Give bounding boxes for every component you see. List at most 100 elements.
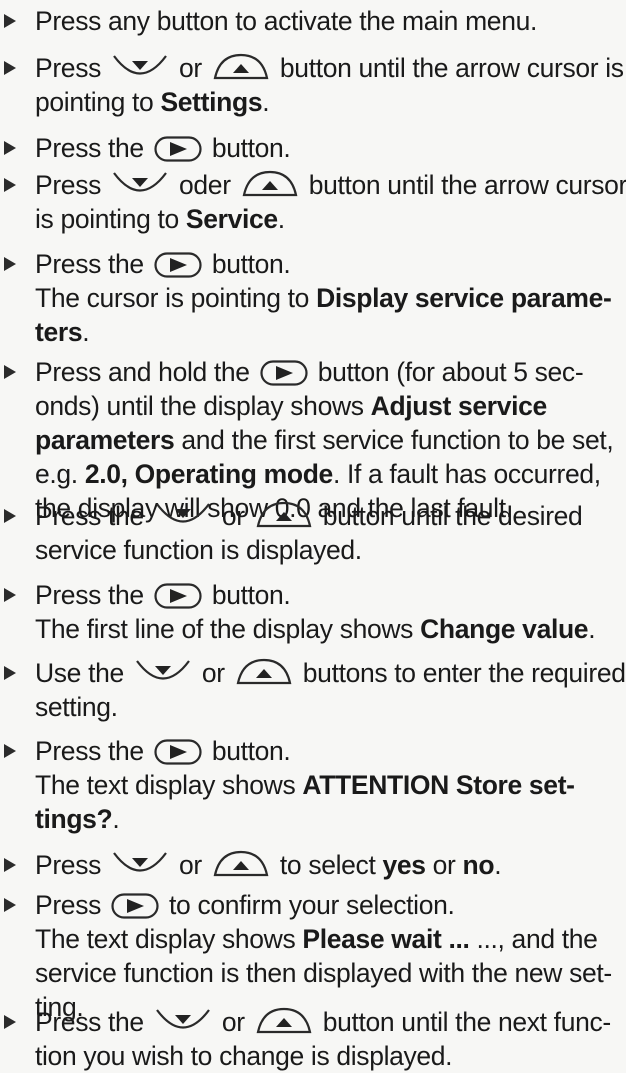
bold-term: Service <box>185 204 278 234</box>
text-run: button until the desired <box>315 501 583 531</box>
right-arrow-button-icon <box>260 360 308 386</box>
text-line: The text display shows Please wait ... .… <box>35 922 620 956</box>
instruction-step: Press oder button until the arrow cursor… <box>0 168 626 236</box>
text-run: The cursor is pointing to <box>35 283 317 313</box>
step-text: Press the button. The text display shows … <box>0 734 626 836</box>
text-line: ters. <box>35 315 620 349</box>
text-run: Use the <box>35 658 131 688</box>
triangle-bullet-icon <box>4 1015 16 1029</box>
bold-term: ATTENTION Store set- <box>302 770 575 800</box>
right-arrow-button-icon <box>154 252 202 278</box>
text-line: Press to confirm your selection. <box>35 888 620 922</box>
triangle-bullet-icon <box>4 744 16 758</box>
text-line: Press the button. <box>35 578 620 612</box>
text-line: Use the or buttons to enter the required <box>35 656 626 690</box>
text-run: The first line of the display shows <box>35 614 421 644</box>
text-run: or <box>194 658 232 688</box>
text-line: Press and hold the button (for about 5 s… <box>35 355 620 389</box>
up-arrow-button-icon <box>255 500 313 528</box>
text-line: service function is then displayed with … <box>35 956 620 990</box>
text-run: Press the <box>35 501 151 531</box>
triangle-bullet-icon <box>4 141 16 155</box>
manual-page: Press any button to activate the main me… <box>0 0 626 1071</box>
triangle-bullet-icon <box>4 588 16 602</box>
text-run: or <box>214 1007 252 1037</box>
text-run: Press any button to activate the main me… <box>35 6 537 36</box>
right-arrow-button-icon <box>154 739 202 765</box>
text-line: setting. <box>35 690 620 724</box>
text-line: Press the button. <box>35 247 620 281</box>
text-run: setting. <box>35 692 118 722</box>
text-run: Press <box>35 890 109 920</box>
triangle-bullet-icon <box>4 14 16 28</box>
text-run: ..., and the <box>469 924 598 954</box>
text-run: . <box>112 804 120 834</box>
instruction-step: Press the button. <box>0 131 626 165</box>
up-arrow-button-icon <box>241 169 299 197</box>
text-run: button until the arrow cursor <box>301 170 626 200</box>
down-arrow-button-icon <box>111 850 169 880</box>
step-text: Press the button. <box>0 131 626 165</box>
text-line: The cursor is pointing to Display servic… <box>35 281 620 315</box>
text-run: service function is displayed. <box>35 535 362 565</box>
text-run: Press <box>35 850 109 880</box>
up-arrow-button-icon <box>255 1006 313 1034</box>
text-line: Press the or button until the next func- <box>35 1005 620 1039</box>
instruction-step: Press or to select yes or no. <box>0 848 626 882</box>
text-run: . <box>82 317 90 347</box>
text-run: button. <box>204 133 291 163</box>
instruction-step: Press or button until the arrow cursor i… <box>0 51 626 119</box>
down-arrow-button-icon <box>154 501 212 531</box>
text-run: Press the <box>35 249 151 279</box>
triangle-bullet-icon <box>4 178 16 192</box>
triangle-bullet-icon <box>4 61 16 75</box>
text-run: Press the <box>35 736 151 766</box>
text-run: Press the <box>35 133 151 163</box>
text-run: The text display shows <box>35 924 303 954</box>
instruction-step: Press the button. The first line of the d… <box>0 578 626 646</box>
down-arrow-button-icon <box>154 1007 212 1037</box>
text-line: tings?. <box>35 802 620 836</box>
text-run: service function is then displayed with … <box>35 958 612 988</box>
instruction-step: Press the button. The cursor is pointing … <box>0 247 626 349</box>
up-arrow-button-icon <box>235 657 293 685</box>
bold-term: 2.0, Operating mode <box>84 459 333 489</box>
bold-term: Display service parame- <box>316 283 612 313</box>
text-run: Press and hold the <box>35 357 257 387</box>
text-line: service function is displayed. <box>35 533 620 567</box>
bold-term: parameters <box>35 425 175 455</box>
text-run: button. <box>204 580 291 610</box>
instruction-step: Press the button. The text display shows … <box>0 734 626 836</box>
text-line: Press oder button until the arrow cursor <box>35 168 626 202</box>
text-run: Press the <box>35 1007 151 1037</box>
text-run: buttons to enter the required <box>295 658 626 688</box>
text-run: button. <box>204 249 291 279</box>
text-line: tion you wish to change is displayed. <box>35 1039 620 1073</box>
text-run: is pointing to <box>35 204 186 234</box>
bold-term: Adjust service <box>370 391 548 421</box>
text-run: or <box>425 850 463 880</box>
instruction-step: Use the or buttons to enter the required… <box>0 656 626 724</box>
bold-term: tings? <box>35 804 113 834</box>
instruction-step: Press the or button until the next func-… <box>0 1005 626 1073</box>
text-run: pointing to <box>35 87 161 117</box>
text-run: onds) until the display shows <box>35 391 371 421</box>
down-arrow-button-icon <box>111 53 169 83</box>
step-text: Press the or button until the next func-… <box>0 1005 626 1073</box>
text-run: Press <box>35 53 109 83</box>
text-run: to select <box>272 850 383 880</box>
bold-term: Settings <box>160 87 263 117</box>
text-line: onds) until the display shows Adjust ser… <box>35 389 620 423</box>
right-arrow-button-icon <box>154 583 202 609</box>
text-run: e.g. <box>35 459 85 489</box>
triangle-bullet-icon <box>4 666 16 680</box>
triangle-bullet-icon <box>4 257 16 271</box>
instruction-step: Press to confirm your selection. The text… <box>0 888 626 1024</box>
triangle-bullet-icon <box>4 365 16 379</box>
instruction-step: Press any button to activate the main me… <box>0 4 626 38</box>
text-run: button until the next func- <box>315 1007 612 1037</box>
text-line: Press any button to activate the main me… <box>35 4 620 38</box>
down-arrow-button-icon <box>134 658 192 688</box>
text-line: The text display shows ATTENTION Store s… <box>35 768 620 802</box>
text-line: The first line of the display shows Chan… <box>35 612 620 646</box>
